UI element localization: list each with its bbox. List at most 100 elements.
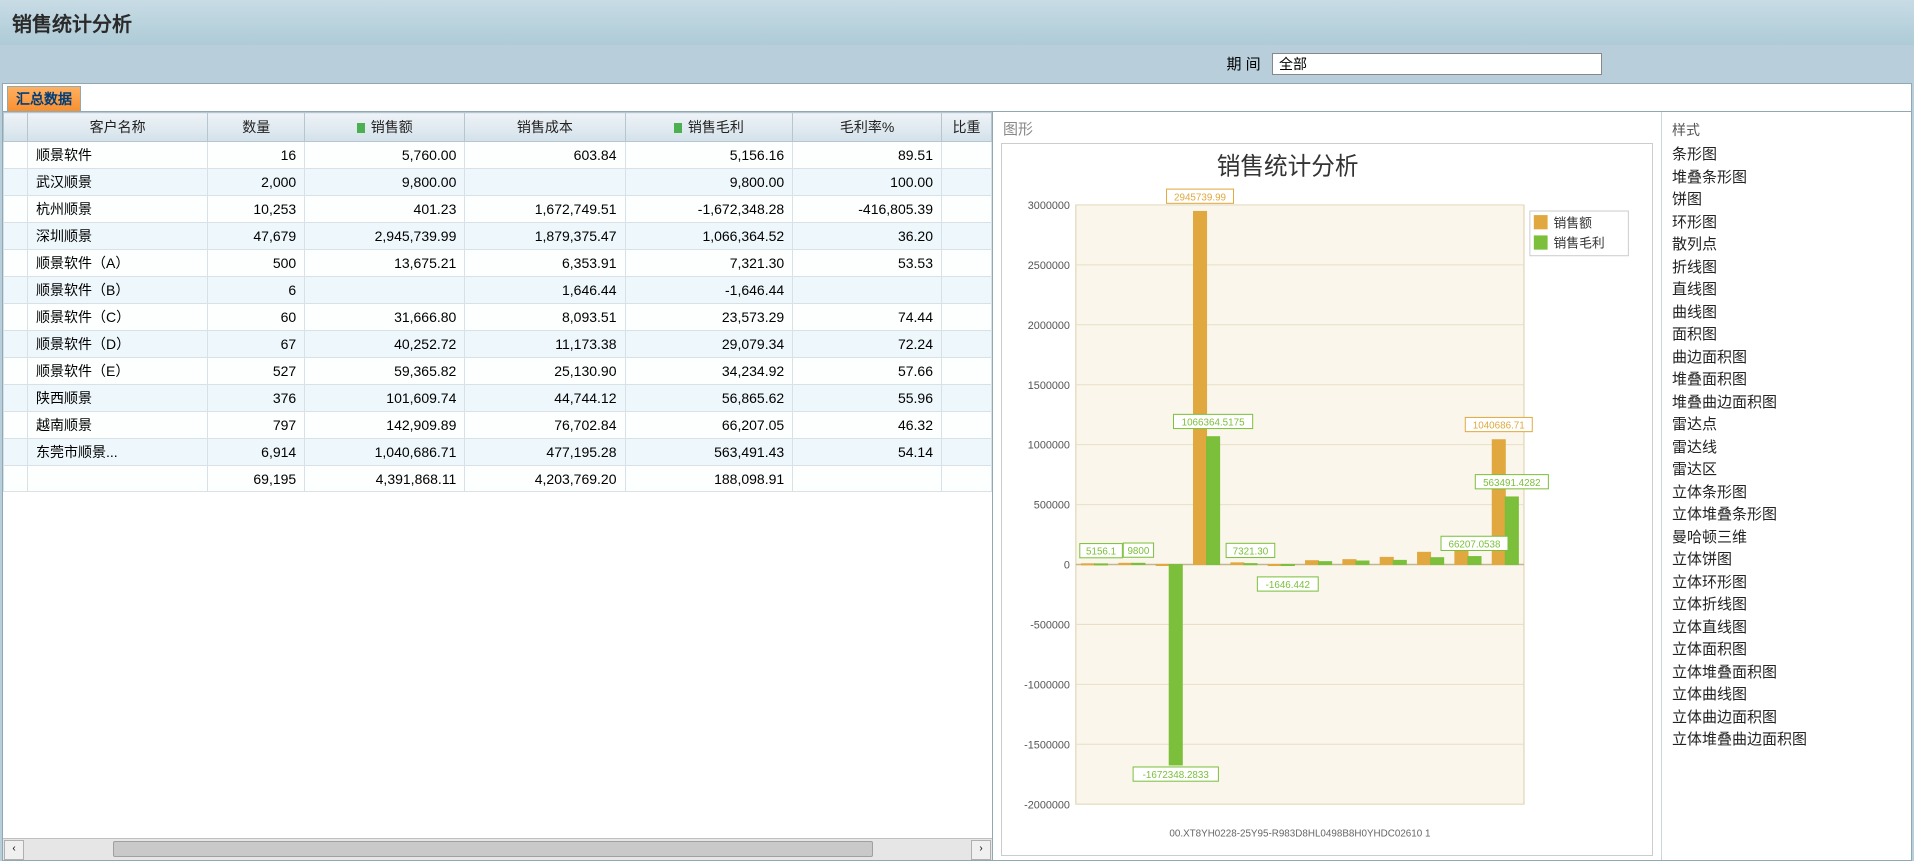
style-option[interactable]: 立体曲线图 <box>1670 684 1903 707</box>
bar[interactable] <box>1156 564 1169 565</box>
chart-panel-label: 图形 <box>1001 116 1653 143</box>
row-handle[interactable] <box>4 412 28 439</box>
cell-profit: 563,491.43 <box>625 439 793 466</box>
table-row[interactable]: 陕西顺景376101,609.7444,744.1256,865.6255.96 <box>4 385 992 412</box>
row-handle[interactable] <box>4 277 28 304</box>
scroll-thumb[interactable] <box>113 841 873 857</box>
period-input[interactable] <box>1272 53 1602 75</box>
table-row[interactable]: 顺景软件（A）50013,675.216,353.917,321.3053.53 <box>4 250 992 277</box>
bar[interactable] <box>1231 563 1244 565</box>
bar[interactable] <box>1431 558 1444 565</box>
style-option[interactable]: 立体折线图 <box>1670 594 1903 617</box>
table-row[interactable]: 顺景软件（C）6031,666.808,093.5123,573.2974.44 <box>4 304 992 331</box>
scroll-left-button[interactable]: ‹ <box>4 840 24 860</box>
style-option[interactable]: 条形图 <box>1670 144 1903 167</box>
row-handle[interactable] <box>4 196 28 223</box>
style-option[interactable]: 立体直线图 <box>1670 617 1903 640</box>
bar[interactable] <box>1319 562 1332 565</box>
cell-profit: 56,865.62 <box>625 385 793 412</box>
bar[interactable] <box>1193 211 1206 564</box>
scroll-right-button[interactable]: › <box>971 840 991 860</box>
col-cost[interactable]: 销售成本 <box>465 113 625 142</box>
style-option[interactable]: 堆叠曲边面积图 <box>1670 392 1903 415</box>
row-handle[interactable] <box>4 385 28 412</box>
row-handle[interactable] <box>4 142 28 169</box>
table-header-row: 客户名称 数量 销售额 销售成本 销售毛利 毛利率% 比重 <box>4 113 992 142</box>
bar[interactable] <box>1207 437 1220 565</box>
cell-customer: 杭州顺景 <box>28 196 208 223</box>
bar[interactable] <box>1343 560 1356 565</box>
col-margin[interactable]: 毛利率% <box>793 113 942 142</box>
row-handle[interactable] <box>4 250 28 277</box>
style-option[interactable]: 立体曲边面积图 <box>1670 707 1903 730</box>
col-blank[interactable] <box>4 113 28 142</box>
style-option[interactable]: 雷达线 <box>1670 437 1903 460</box>
bar[interactable] <box>1281 565 1294 566</box>
bar[interactable] <box>1095 564 1108 565</box>
style-option[interactable]: 雷达点 <box>1670 414 1903 437</box>
col-qty[interactable]: 数量 <box>208 113 305 142</box>
style-option[interactable]: 折线图 <box>1670 257 1903 280</box>
bar[interactable] <box>1268 565 1281 566</box>
row-handle[interactable] <box>4 169 28 196</box>
data-label: 5156.1 <box>1086 547 1117 558</box>
bar[interactable] <box>1081 564 1094 565</box>
tab-summary[interactable]: 汇总数据 <box>7 86 81 111</box>
style-option[interactable]: 堆叠面积图 <box>1670 369 1903 392</box>
table-row[interactable]: 顺景软件（D）6740,252.7211,173.3829,079.3472.2… <box>4 331 992 358</box>
row-handle[interactable] <box>4 223 28 250</box>
style-option[interactable]: 雷达区 <box>1670 459 1903 482</box>
row-handle[interactable] <box>4 439 28 466</box>
row-handle[interactable] <box>4 358 28 385</box>
table-row[interactable]: 越南顺景797142,909.8976,702.8466,207.0546.32 <box>4 412 992 439</box>
y-tick-label: 0 <box>1064 559 1070 571</box>
bar[interactable] <box>1306 561 1319 565</box>
col-customer[interactable]: 客户名称 <box>28 113 208 142</box>
row-handle[interactable] <box>4 304 28 331</box>
cell-margin: 54.14 <box>793 439 942 466</box>
horizontal-scrollbar[interactable]: ‹ › <box>3 838 992 860</box>
style-option[interactable]: 饼图 <box>1670 189 1903 212</box>
bar[interactable] <box>1505 497 1518 565</box>
bar[interactable] <box>1380 557 1393 564</box>
style-option[interactable]: 立体面积图 <box>1670 639 1903 662</box>
data-label: 66207.0538 <box>1448 539 1500 550</box>
style-option[interactable]: 立体环形图 <box>1670 572 1903 595</box>
style-option[interactable]: 立体堆叠条形图 <box>1670 504 1903 527</box>
row-handle[interactable] <box>4 331 28 358</box>
y-tick-label: 1000000 <box>1028 440 1070 452</box>
style-option[interactable]: 堆叠条形图 <box>1670 167 1903 190</box>
table-row[interactable]: 顺景软件（B）61,646.44-1,646.44 <box>4 277 992 304</box>
bar[interactable] <box>1418 552 1431 564</box>
table-row[interactable]: 顺景软件165,760.00603.845,156.1689.51 <box>4 142 992 169</box>
style-option[interactable]: 曲边面积图 <box>1670 347 1903 370</box>
style-option[interactable]: 直线图 <box>1670 279 1903 302</box>
bar[interactable] <box>1119 563 1132 564</box>
col-profit[interactable]: 销售毛利 <box>625 113 793 142</box>
style-option[interactable]: 立体条形图 <box>1670 482 1903 505</box>
style-option[interactable]: 散列点 <box>1670 234 1903 257</box>
col-weight[interactable]: 比重 <box>942 113 992 142</box>
cell-qty: 10,253 <box>208 196 305 223</box>
style-option[interactable]: 曼哈顿三维 <box>1670 527 1903 550</box>
table-row[interactable]: 顺景软件（E）52759,365.8225,130.9034,234.9257.… <box>4 358 992 385</box>
cell-profit: 1,066,364.52 <box>625 223 793 250</box>
cell-weight <box>942 412 992 439</box>
style-option[interactable]: 面积图 <box>1670 324 1903 347</box>
col-sales[interactable]: 销售额 <box>305 113 465 142</box>
style-option[interactable]: 立体堆叠面积图 <box>1670 662 1903 685</box>
bar[interactable] <box>1393 560 1406 564</box>
bar[interactable] <box>1356 561 1369 564</box>
bar[interactable] <box>1169 565 1182 765</box>
style-option[interactable]: 环形图 <box>1670 212 1903 235</box>
bar[interactable] <box>1132 563 1145 564</box>
bar[interactable] <box>1468 557 1481 565</box>
style-option[interactable]: 立体堆叠曲边面积图 <box>1670 729 1903 752</box>
table-row[interactable]: 东莞市顺景...6,9141,040,686.71477,195.28563,4… <box>4 439 992 466</box>
style-option[interactable]: 曲线图 <box>1670 302 1903 325</box>
bar[interactable] <box>1244 564 1257 565</box>
style-option[interactable]: 立体饼图 <box>1670 549 1903 572</box>
table-row[interactable]: 杭州顺景10,253401.231,672,749.51-1,672,348.2… <box>4 196 992 223</box>
table-row[interactable]: 武汉顺景2,0009,800.009,800.00100.00 <box>4 169 992 196</box>
table-row[interactable]: 深圳顺景47,6792,945,739.991,879,375.471,066,… <box>4 223 992 250</box>
